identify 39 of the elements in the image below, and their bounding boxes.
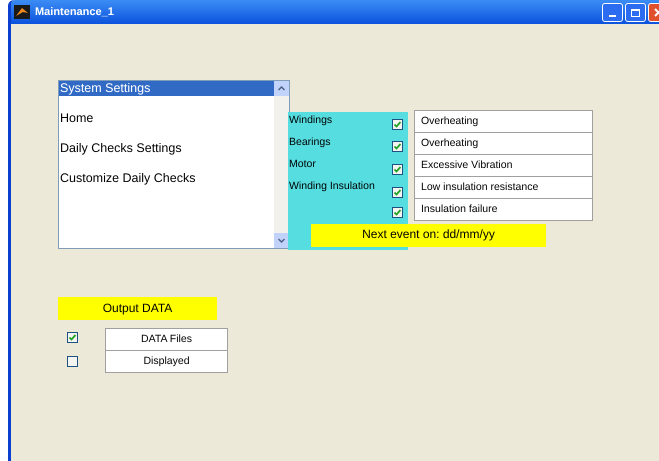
fault-cell: Excessive Vibration: [414, 154, 593, 177]
check-icon: [393, 165, 402, 174]
app-icon: [14, 5, 30, 19]
component-label: Bearings: [289, 135, 330, 150]
list-item[interactable]: Customize Daily Checks: [59, 171, 275, 186]
fault-cell: Low insulation resistance: [414, 176, 593, 199]
checkbox[interactable]: [392, 187, 403, 198]
checkbox[interactable]: [392, 141, 403, 152]
output-cell: DATA Files: [105, 328, 228, 351]
caret-down-icon: [278, 238, 285, 243]
output-title: Output DATA: [58, 297, 217, 320]
fault-cell: Overheating: [414, 132, 593, 155]
list-item[interactable]: Home: [59, 111, 275, 126]
list-item[interactable]: System Settings: [59, 81, 275, 96]
scrollbar[interactable]: [274, 81, 289, 248]
list-item[interactable]: Daily Checks Settings: [59, 141, 275, 156]
check-icon: [393, 188, 402, 197]
output-cell: Displayed: [105, 350, 228, 373]
scroll-up-button[interactable]: [274, 81, 289, 96]
minimize-button[interactable]: [602, 3, 623, 22]
window-title: Maintenance_1: [35, 4, 114, 20]
scroll-down-button[interactable]: [274, 233, 289, 248]
next-event-label: Next event on: dd/mm/yy: [311, 224, 546, 247]
fault-cell: Insulation failure: [414, 198, 593, 221]
component-label: Motor: [289, 157, 316, 172]
check-icon: [68, 333, 77, 342]
check-icon: [393, 208, 402, 217]
component-label: Windings: [289, 113, 332, 128]
fault-cell: Overheating: [414, 110, 593, 133]
component-label: Winding Insulation: [289, 179, 375, 194]
caret-up-icon: [278, 86, 285, 91]
maximize-button[interactable]: [625, 3, 646, 22]
check-icon: [393, 120, 402, 129]
check-icon: [393, 142, 402, 151]
checkbox[interactable]: [392, 207, 403, 218]
checkbox[interactable]: [392, 119, 403, 130]
checkbox[interactable]: [67, 332, 78, 343]
checkbox[interactable]: [392, 164, 403, 175]
checkbox[interactable]: [67, 356, 78, 367]
